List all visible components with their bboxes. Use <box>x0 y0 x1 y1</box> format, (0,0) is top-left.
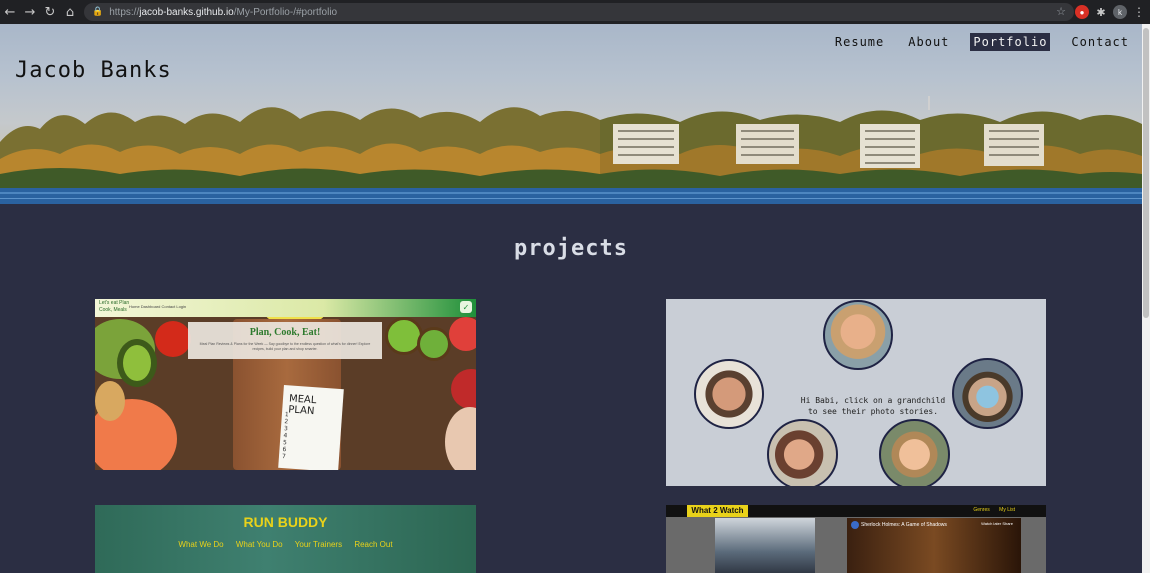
grandchild-photo[interactable] <box>952 358 1023 429</box>
grandchild-photo[interactable] <box>694 359 764 429</box>
run-buddy-nav-link: Reach Out <box>354 540 393 549</box>
grandchild-photo[interactable] <box>823 300 893 370</box>
meal-plan-note-image: MEAL PLAN 1 2 3 4 5 6 7 <box>278 385 344 470</box>
run-buddy-nav-link: What You Do <box>235 540 283 549</box>
bookmark-star-icon[interactable]: ☆ <box>1056 5 1066 18</box>
lake-landscape-image <box>0 96 1142 204</box>
nav-link-portfolio[interactable]: Portfolio <box>970 33 1051 51</box>
meal-app-links: Home Dashboard Contact Login <box>129 304 187 309</box>
kiwi-image <box>417 327 451 361</box>
nav-link-contact[interactable]: Contact <box>1068 33 1132 51</box>
projects-heading: projects <box>514 236 628 261</box>
trailer-title: Sherlock Holmes: A Game of Shadows <box>861 522 947 528</box>
chicken-image <box>445 407 476 470</box>
what2watch-link: Genres <box>973 507 990 513</box>
water-ripple <box>0 192 1142 194</box>
lake-water <box>0 188 1142 204</box>
water-ripple <box>0 198 1142 199</box>
grandchild-photo[interactable] <box>767 419 838 486</box>
project-card-meal-plan[interactable]: MEAL PLAN 1 2 3 4 5 6 7 Let's eat Plan Co… <box>95 299 476 470</box>
browser-toolbar: ← → ↻ ⌂ 🔒 https://jacob-banks.github.io/… <box>0 0 1150 24</box>
trailer-actions: Watch later Share <box>981 521 1013 526</box>
project-card-babi-photos[interactable]: Hi Babi, click on a grandchild to see th… <box>666 299 1046 486</box>
run-buddy-nav-link: What We Do <box>178 540 224 549</box>
meal-app-logo-icon: ✓ <box>460 301 472 313</box>
what2watch-links: Genres My List <box>965 507 1015 513</box>
site-name[interactable]: Jacob Banks <box>15 58 172 83</box>
avocado-image <box>117 339 157 387</box>
run-buddy-title: RUN BUDDY <box>243 514 328 530</box>
meal-plan-note-numbers: 1 2 3 4 5 6 7 <box>281 411 289 461</box>
tomato-image <box>155 321 191 357</box>
nav-link-about[interactable]: About <box>905 33 952 51</box>
channel-avatar-icon <box>851 521 859 529</box>
page-scrollbar[interactable] <box>1142 24 1150 573</box>
main-nav: Resume About Portfolio Contact <box>814 33 1132 51</box>
project-card-what-2-watch[interactable]: What 2 Watch Genres My List Sherlock Hol… <box>666 505 1046 573</box>
meal-app-navbar: Let's eat Plan Cook, Meals Home Dashboard… <box>95 299 476 317</box>
grandchild-photo[interactable] <box>879 419 950 486</box>
meal-plan-note-title: MEAL PLAN <box>287 393 317 418</box>
address-bar[interactable]: 🔒 https://jacob-banks.github.io/My-Portf… <box>84 3 1074 21</box>
scrollbar-thumb[interactable] <box>1143 28 1149 318</box>
hero-header: Jacob Banks Resume About Portfolio Conta… <box>0 24 1142 204</box>
meal-app-hero-box: Plan, Cook, Eat! Meal Plan Reviews & Pla… <box>188 322 382 359</box>
url-text: https://jacob-banks.github.io/My-Portfol… <box>109 6 338 18</box>
meal-app-subtext: Meal Plan Reviews & Plans for the Week —… <box>199 342 371 351</box>
project-card-run-buddy[interactable]: RUN BUDDY What We Do What You Do Your Tr… <box>95 505 476 573</box>
back-arrow-icon[interactable]: ← <box>0 0 20 24</box>
nav-link-resume[interactable]: Resume <box>832 33 887 51</box>
profile-avatar[interactable]: k <box>1113 5 1127 19</box>
apple-image <box>449 317 476 351</box>
what2watch-link: My List <box>999 507 1015 513</box>
what2watch-logo: What 2 Watch <box>687 505 748 517</box>
lock-icon: 🔒 <box>92 7 104 17</box>
run-buddy-nav-link: Your Trainers <box>294 540 343 549</box>
meal-app-brand: Let's eat Plan Cook, Meals <box>99 300 130 313</box>
home-icon[interactable]: ⌂ <box>60 0 80 24</box>
babi-caption: Hi Babi, click on a grandchild to see th… <box>800 396 946 416</box>
meal-app-heading: Plan, Cook, Eat! <box>249 327 321 338</box>
run-buddy-nav: What We Do What You Do Your Trainers Rea… <box>95 540 476 549</box>
reload-icon[interactable]: ↻ <box>40 0 60 24</box>
chickpeas-image <box>95 381 125 421</box>
apple-image <box>451 369 476 409</box>
trailer-video-embed: Sherlock Holmes: A Game of Shadows Watch… <box>847 518 1021 573</box>
movie-poster-image <box>715 518 815 573</box>
tree-line <box>0 107 1142 190</box>
portfolio-page: Jacob Banks Resume About Portfolio Conta… <box>0 24 1142 573</box>
forward-arrow-icon[interactable]: → <box>20 0 40 24</box>
extension-icon[interactable]: ● <box>1075 5 1089 19</box>
extensions-puzzle-icon[interactable]: ✱ <box>1094 5 1108 19</box>
browser-menu-icon[interactable]: ⋮ <box>1132 5 1146 19</box>
